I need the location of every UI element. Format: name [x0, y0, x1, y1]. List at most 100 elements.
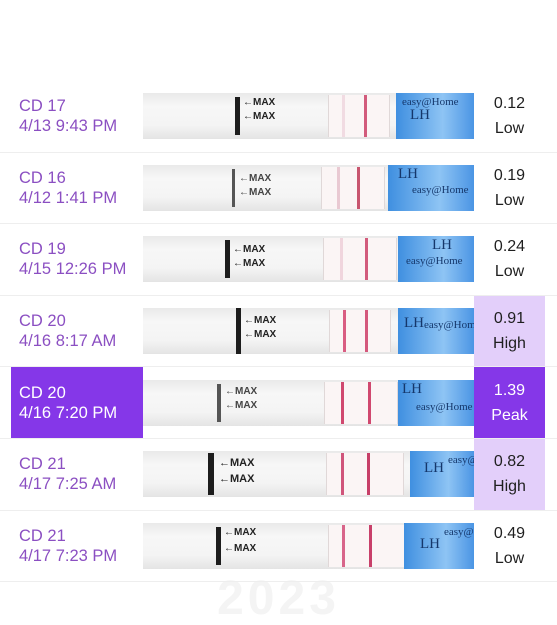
lh-value-cell: 0.91 High	[474, 295, 545, 367]
strip-grip-bar	[216, 526, 221, 565]
max-line-label: ←MAX	[233, 258, 266, 270]
test-date-cell[interactable]: CD 19 4/15 12:26 PM	[11, 224, 143, 295]
lh-level-label: Low	[494, 263, 525, 281]
test-strip-photo[interactable]: ←MAX ←MAX LH easy@Home	[143, 451, 474, 498]
result-window	[321, 166, 385, 209]
test-datetime-label: 4/15 12:26 PM	[19, 260, 127, 279]
lh-level-label: Low	[494, 549, 525, 567]
test-datetime-label: 4/17 7:25 AM	[19, 475, 117, 494]
strip-grip-bar	[232, 168, 235, 207]
test-line	[342, 95, 345, 138]
brand-label: easy@Home	[444, 525, 474, 538]
strip-grip-bar	[225, 240, 230, 279]
test-datetime-label: 4/13 9:43 PM	[19, 117, 118, 136]
result-window	[326, 453, 404, 496]
test-date-cell[interactable]: CD 21 4/17 7:25 AM	[11, 439, 143, 510]
test-line	[337, 166, 340, 209]
control-line	[367, 453, 370, 496]
control-line	[369, 524, 372, 567]
test-strip-photo[interactable]: ←MAX ←MAX LH easy@Home	[143, 164, 474, 211]
test-datetime-label: 4/17 7:23 PM	[19, 546, 118, 565]
lh-ratio-value: 0.82	[493, 453, 526, 471]
lh-ratio-value: 0.19	[493, 166, 526, 184]
max-line-label: ←MAX	[243, 111, 276, 123]
lh-brand-tag: LH easy@Home	[404, 522, 474, 569]
lh-brand-tag: LH easy@Home	[410, 451, 474, 498]
control-line	[368, 381, 371, 424]
max-line-label: ←MAX	[243, 97, 276, 109]
brand-label: easy@Home	[406, 255, 463, 268]
brand-label: easy@Home	[416, 400, 473, 413]
lh-label: LH	[432, 237, 452, 254]
cycle-day-label: CD 16	[19, 168, 66, 187]
test-strip-photo[interactable]: ←MAX ←MAX LH easy@Home	[143, 379, 474, 426]
lh-label: LH	[402, 380, 422, 397]
lh-brand-tag: LH easy@Home	[398, 308, 474, 355]
test-date-cell[interactable]: CD 20 4/16 8:17 AM	[11, 296, 143, 367]
max-line-label: ←MAX	[233, 244, 266, 256]
test-datetime-label: 4/16 7:20 PM	[19, 403, 118, 422]
result-window	[328, 524, 406, 567]
brand-label: easy@Home	[448, 454, 474, 467]
lh-brand-tag: LH easy@Home	[398, 379, 474, 426]
brand-label: easy@Home	[412, 183, 469, 196]
max-line-label: ←MAX	[244, 315, 277, 327]
list-item[interactable]: CD 20 4/16 7:20 PM ←MAX ←MAX LH easy@Hom…	[0, 367, 557, 439]
lh-label: LH	[420, 535, 440, 552]
lh-value-cell: 0.12 Low	[474, 81, 545, 152]
lh-value-cell: 0.82 High	[474, 438, 545, 510]
list-item[interactable]: CD 20 4/16 8:17 AM ←MAX ←MAX LH easy@Hom…	[0, 295, 557, 368]
cycle-day-label: CD 17	[19, 97, 66, 116]
test-strip-photo[interactable]: ←MAX ←MAX LH easy@Home	[143, 308, 474, 355]
control-line	[364, 95, 367, 138]
test-line	[342, 524, 345, 567]
lh-level-label: Low	[494, 191, 525, 209]
lh-level-label: Peak	[491, 406, 528, 424]
control-line	[365, 238, 368, 281]
test-line	[341, 453, 344, 496]
control-line	[357, 166, 360, 209]
test-strip-photo[interactable]: ←MAX ←MAX LH easy@Home	[143, 522, 474, 569]
result-window	[323, 238, 397, 281]
list-item[interactable]: CD 21 4/17 7:23 PM ←MAX ←MAX LH easy@Hom…	[0, 511, 557, 583]
cycle-day-label: CD 19	[19, 240, 66, 259]
lh-ratio-value: 0.12	[493, 95, 526, 113]
max-line-label: ←MAX	[219, 457, 255, 470]
strip-grip-bar	[235, 97, 240, 136]
test-strip-photo[interactable]: ←MAX ←MAX easy@Home LH	[143, 93, 474, 140]
lh-value-cell: 0.19 Low	[474, 153, 545, 224]
cycle-day-label: CD 21	[19, 526, 66, 545]
result-window	[328, 95, 390, 138]
list-item[interactable]: CD 19 4/15 12:26 PM ←MAX ←MAX LH easy@Ho…	[0, 224, 557, 296]
strip-grip-bar	[217, 383, 221, 422]
result-window	[324, 381, 398, 424]
list-item[interactable]: CD 17 4/13 9:43 PM ←MAX ←MAX easy@Home L…	[0, 81, 557, 153]
lh-label: LH	[424, 460, 444, 477]
max-line-label: ←MAX	[225, 385, 258, 397]
test-strip-photo[interactable]: ←MAX ←MAX LH easy@Home	[143, 236, 474, 283]
test-date-cell[interactable]: CD 20 4/16 7:20 PM	[11, 367, 143, 438]
list-item[interactable]: CD 21 4/17 7:25 AM ←MAX ←MAX LH easy@Hom…	[0, 438, 557, 511]
max-line-label: ←MAX	[239, 172, 272, 184]
test-date-cell[interactable]: CD 21 4/17 7:23 PM	[11, 511, 143, 582]
lh-brand-tag: LH easy@Home	[388, 164, 474, 211]
lh-label: LH	[410, 107, 430, 124]
lh-ratio-value: 0.24	[493, 238, 526, 256]
test-date-cell[interactable]: CD 16 4/12 1:41 PM	[11, 153, 143, 224]
strip-grip-bar	[236, 308, 241, 355]
lh-ratio-value: 0.49	[493, 524, 526, 542]
test-list: CD 17 4/13 9:43 PM ←MAX ←MAX easy@Home L…	[0, 81, 557, 583]
max-line-label: ←MAX	[244, 329, 277, 341]
lh-level-label: High	[493, 478, 526, 496]
cycle-day-label: CD 20	[19, 312, 66, 331]
lh-level-label: Low	[494, 120, 525, 138]
brand-label: easy@Home	[424, 319, 474, 332]
lh-label: LH	[404, 315, 424, 332]
lh-value-cell: 0.49 Low	[474, 511, 545, 582]
max-line-label: ←MAX	[239, 186, 272, 198]
test-date-cell[interactable]: CD 17 4/13 9:43 PM	[11, 81, 143, 152]
lh-brand-tag: LH easy@Home	[398, 236, 474, 283]
list-item[interactable]: CD 16 4/12 1:41 PM ←MAX ←MAX LH easy@Hom…	[0, 153, 557, 225]
lh-value-cell: 0.24 Low	[474, 224, 545, 295]
lh-brand-tag: easy@Home LH	[396, 93, 474, 140]
